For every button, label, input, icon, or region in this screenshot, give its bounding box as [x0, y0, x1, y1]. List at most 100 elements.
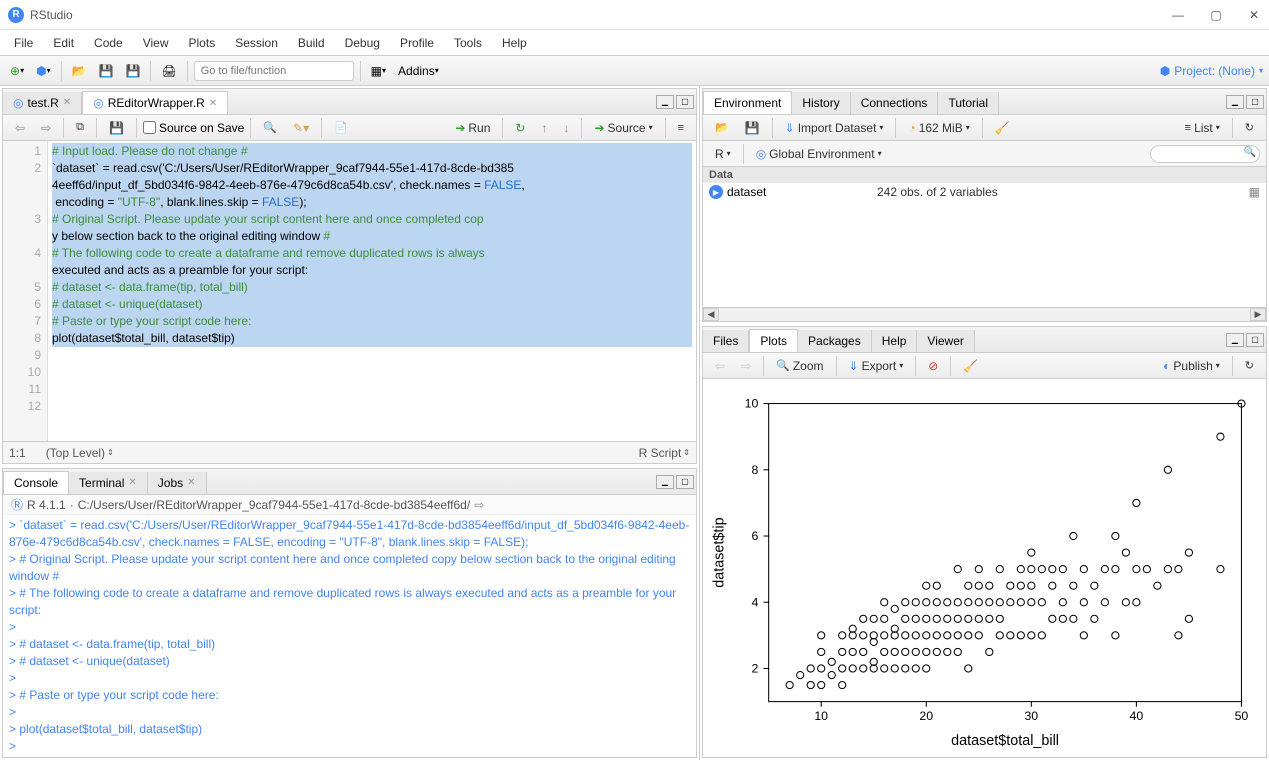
save-button[interactable]: 💾: [95, 62, 118, 80]
maximize-pane-button[interactable]: ▢: [676, 475, 694, 489]
maximize-button[interactable]: ▢: [1209, 8, 1223, 22]
env-scrollbar[interactable]: ◀ ▶: [703, 307, 1266, 321]
import-dataset-button[interactable]: ⇓Import Dataset▾: [779, 119, 890, 137]
env-var-value: 242 obs. of 2 variables: [877, 185, 1249, 199]
svg-text:6: 6: [752, 529, 759, 543]
menu-plots[interactable]: Plots: [179, 32, 226, 54]
save-workspace-button[interactable]: 💾: [739, 119, 766, 137]
grid-view-button[interactable]: ▦▾: [367, 62, 390, 80]
load-workspace-button[interactable]: 📂: [709, 119, 735, 136]
close-icon[interactable]: ✕: [128, 477, 136, 488]
run-button[interactable]: ➔Run: [449, 119, 496, 137]
menu-code[interactable]: Code: [84, 32, 133, 54]
scroll-left-button[interactable]: ◀: [703, 308, 719, 321]
go-up-button[interactable]: ↑: [535, 119, 553, 137]
close-icon[interactable]: ✕: [187, 477, 195, 488]
r-file-icon: ◎: [93, 96, 103, 110]
compile-report-button[interactable]: 📄: [328, 119, 354, 136]
jobs-tab[interactable]: Jobs ✕: [148, 472, 207, 494]
env-row-dataset[interactable]: ▶ dataset 242 obs. of 2 variables ▦: [703, 183, 1266, 201]
viewer-tab[interactable]: Viewer: [917, 330, 974, 352]
console-output[interactable]: > `dataset` = read.csv('C:/Users/User/RE…: [3, 515, 696, 757]
connections-tab[interactable]: Connections: [851, 92, 939, 114]
filetype-selector[interactable]: R Script ⇕: [639, 446, 690, 460]
env-scope-selector[interactable]: ◎Global Environment ▾: [750, 145, 888, 163]
back-button[interactable]: ⇦: [9, 119, 31, 137]
prev-plot-button[interactable]: ⇦: [709, 357, 731, 375]
close-icon[interactable]: ✕: [63, 97, 71, 108]
source-on-save-checkbox[interactable]: Source on Save: [143, 121, 244, 135]
memory-usage-button[interactable]: ◔162 MiB▾: [902, 119, 975, 137]
refresh-button[interactable]: ↻: [1239, 119, 1260, 136]
console-tab[interactable]: Console: [3, 471, 69, 494]
remove-plot-button[interactable]: ⊘: [922, 357, 944, 375]
wand-button[interactable]: ✎▾: [287, 119, 315, 137]
menu-session[interactable]: Session: [225, 32, 288, 54]
close-button[interactable]: ✕: [1247, 8, 1261, 22]
next-plot-button[interactable]: ⇨: [735, 357, 757, 375]
addins-button[interactable]: Addins ▾: [394, 62, 443, 80]
help-tab[interactable]: Help: [872, 330, 918, 352]
view-data-icon[interactable]: ▦: [1249, 185, 1260, 199]
editor-tab-wrapper[interactable]: ◎ REditorWrapper.R ✕: [82, 91, 228, 114]
expand-icon[interactable]: ▶: [709, 185, 723, 199]
clear-plots-button[interactable]: 🧹: [957, 357, 984, 375]
rerun-button[interactable]: ↻: [509, 119, 531, 137]
show-in-new-window-button[interactable]: ⧉: [70, 119, 90, 136]
menu-edit[interactable]: Edit: [43, 32, 84, 54]
new-project-button[interactable]: ⬢▾: [32, 62, 55, 80]
minimize-pane-button[interactable]: ▁: [1226, 95, 1244, 109]
print-button[interactable]: 🖨: [157, 62, 180, 80]
new-file-button[interactable]: ⊕▾: [6, 62, 28, 80]
menu-tools[interactable]: Tools: [444, 32, 492, 54]
list-view-button[interactable]: ≡ List ▾: [1179, 119, 1226, 137]
packages-tab[interactable]: Packages: [798, 330, 872, 352]
path-go-icon[interactable]: ⇨: [474, 498, 484, 512]
goto-input[interactable]: [194, 61, 354, 81]
minimize-pane-button[interactable]: ▁: [656, 95, 674, 109]
go-down-button[interactable]: ↓: [557, 119, 575, 137]
language-selector[interactable]: R ▾: [709, 145, 737, 163]
minimize-pane-button[interactable]: ▁: [656, 475, 674, 489]
menu-profile[interactable]: Profile: [390, 32, 444, 54]
maximize-pane-button[interactable]: ▢: [1246, 95, 1264, 109]
export-button[interactable]: ⇓ Export ▾: [843, 357, 910, 375]
minimize-pane-button[interactable]: ▁: [1226, 333, 1244, 347]
publish-button[interactable]: ◐ Publish ▾: [1157, 357, 1226, 375]
environment-pane: Environment History Connections Tutorial…: [702, 88, 1267, 322]
history-tab[interactable]: History: [792, 92, 850, 114]
scope-selector[interactable]: (Top Level) ⇕: [46, 446, 114, 460]
forward-button[interactable]: ⇨: [35, 119, 57, 137]
menu-debug[interactable]: Debug: [335, 32, 390, 54]
maximize-pane-button[interactable]: ▢: [1246, 333, 1264, 347]
close-icon[interactable]: ✕: [209, 98, 217, 109]
source-button[interactable]: ➔Source▾: [588, 119, 658, 137]
zoom-button[interactable]: 🔍 Zoom: [770, 357, 829, 375]
code-editor[interactable]: 123456789101112 # Input load. Please do …: [3, 141, 696, 441]
save-all-button[interactable]: 💾: [121, 62, 144, 80]
save-button[interactable]: 💾: [103, 119, 130, 137]
project-menu[interactable]: ⬢Project: (None) ▾: [1160, 64, 1263, 78]
source-on-save-box[interactable]: [143, 121, 156, 134]
find-button[interactable]: 🔍: [257, 119, 283, 136]
plots-tab[interactable]: Plots: [749, 329, 798, 352]
menu-view[interactable]: View: [133, 32, 179, 54]
outline-button[interactable]: ≡: [672, 120, 690, 136]
maximize-pane-button[interactable]: ▢: [676, 95, 694, 109]
refresh-plot-button[interactable]: ↻: [1239, 357, 1260, 374]
editor-tab-test[interactable]: ◎ test.R ✕: [3, 92, 82, 114]
tutorial-tab[interactable]: Tutorial: [938, 92, 999, 114]
code-content[interactable]: # Input load. Please do not change #`dat…: [48, 141, 696, 441]
minimize-button[interactable]: —: [1171, 8, 1185, 22]
environment-tab[interactable]: Environment: [703, 91, 792, 114]
menu-file[interactable]: File: [4, 32, 43, 54]
tab-label: Terminal: [79, 476, 124, 490]
env-section-header: Data: [703, 167, 1266, 183]
terminal-tab[interactable]: Terminal ✕: [69, 472, 148, 494]
clear-workspace-button[interactable]: 🧹: [989, 119, 1016, 137]
open-file-button[interactable]: 📂: [68, 62, 91, 80]
menu-help[interactable]: Help: [492, 32, 537, 54]
scroll-right-button[interactable]: ▶: [1250, 308, 1266, 321]
menu-build[interactable]: Build: [288, 32, 335, 54]
files-tab[interactable]: Files: [703, 330, 749, 352]
